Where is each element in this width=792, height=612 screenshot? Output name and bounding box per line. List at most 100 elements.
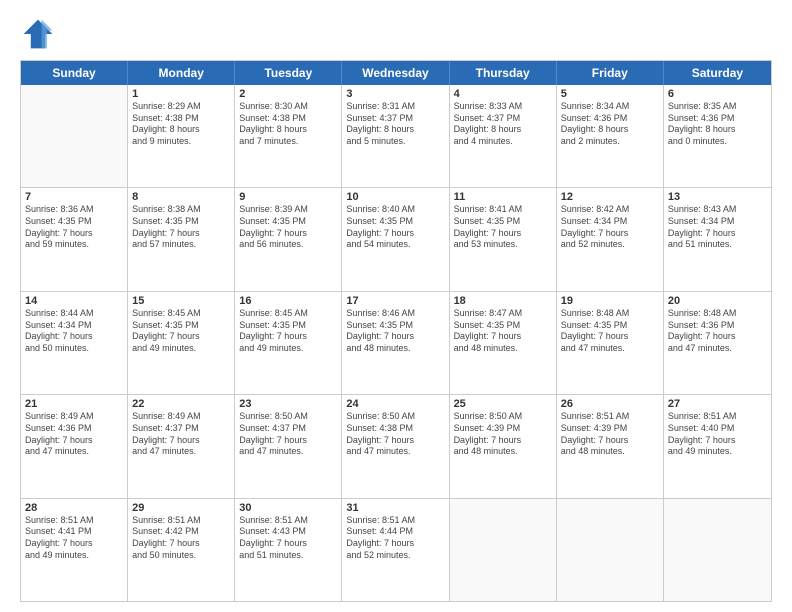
day-cell-2: 2Sunrise: 8:30 AM Sunset: 4:38 PM Daylig… <box>235 85 342 187</box>
day-info: Sunrise: 8:42 AM Sunset: 4:34 PM Dayligh… <box>561 204 659 251</box>
day-info: Sunrise: 8:31 AM Sunset: 4:37 PM Dayligh… <box>346 101 444 148</box>
day-cell-10: 10Sunrise: 8:40 AM Sunset: 4:35 PM Dayli… <box>342 188 449 290</box>
day-number: 14 <box>25 295 123 307</box>
weekday-header-wednesday: Wednesday <box>342 61 449 85</box>
day-info: Sunrise: 8:46 AM Sunset: 4:35 PM Dayligh… <box>346 308 444 355</box>
day-number: 5 <box>561 88 659 100</box>
day-number: 11 <box>454 191 552 203</box>
day-cell-13: 13Sunrise: 8:43 AM Sunset: 4:34 PM Dayli… <box>664 188 771 290</box>
day-cell-11: 11Sunrise: 8:41 AM Sunset: 4:35 PM Dayli… <box>450 188 557 290</box>
day-cell-empty-4-4 <box>450 499 557 601</box>
day-cell-empty-4-6 <box>664 499 771 601</box>
day-cell-1: 1Sunrise: 8:29 AM Sunset: 4:38 PM Daylig… <box>128 85 235 187</box>
day-number: 24 <box>346 398 444 410</box>
calendar-row-4: 28Sunrise: 8:51 AM Sunset: 4:41 PM Dayli… <box>21 499 771 601</box>
day-info: Sunrise: 8:49 AM Sunset: 4:37 PM Dayligh… <box>132 411 230 458</box>
day-cell-14: 14Sunrise: 8:44 AM Sunset: 4:34 PM Dayli… <box>21 292 128 394</box>
day-info: Sunrise: 8:50 AM Sunset: 4:37 PM Dayligh… <box>239 411 337 458</box>
weekday-header-saturday: Saturday <box>664 61 771 85</box>
day-cell-empty-0-0 <box>21 85 128 187</box>
day-cell-24: 24Sunrise: 8:50 AM Sunset: 4:38 PM Dayli… <box>342 395 449 497</box>
day-number: 10 <box>346 191 444 203</box>
day-number: 29 <box>132 502 230 514</box>
day-number: 16 <box>239 295 337 307</box>
day-cell-6: 6Sunrise: 8:35 AM Sunset: 4:36 PM Daylig… <box>664 85 771 187</box>
weekday-header-tuesday: Tuesday <box>235 61 342 85</box>
day-number: 18 <box>454 295 552 307</box>
calendar: SundayMondayTuesdayWednesdayThursdayFrid… <box>20 60 772 602</box>
day-cell-31: 31Sunrise: 8:51 AM Sunset: 4:44 PM Dayli… <box>342 499 449 601</box>
day-cell-26: 26Sunrise: 8:51 AM Sunset: 4:39 PM Dayli… <box>557 395 664 497</box>
day-number: 8 <box>132 191 230 203</box>
day-cell-8: 8Sunrise: 8:38 AM Sunset: 4:35 PM Daylig… <box>128 188 235 290</box>
day-number: 12 <box>561 191 659 203</box>
day-cell-20: 20Sunrise: 8:48 AM Sunset: 4:36 PM Dayli… <box>664 292 771 394</box>
day-cell-21: 21Sunrise: 8:49 AM Sunset: 4:36 PM Dayli… <box>21 395 128 497</box>
day-number: 27 <box>668 398 767 410</box>
calendar-row-3: 21Sunrise: 8:49 AM Sunset: 4:36 PM Dayli… <box>21 395 771 498</box>
day-number: 15 <box>132 295 230 307</box>
calendar-header: SundayMondayTuesdayWednesdayThursdayFrid… <box>21 61 771 85</box>
day-cell-25: 25Sunrise: 8:50 AM Sunset: 4:39 PM Dayli… <box>450 395 557 497</box>
day-cell-22: 22Sunrise: 8:49 AM Sunset: 4:37 PM Dayli… <box>128 395 235 497</box>
day-cell-27: 27Sunrise: 8:51 AM Sunset: 4:40 PM Dayli… <box>664 395 771 497</box>
day-info: Sunrise: 8:51 AM Sunset: 4:39 PM Dayligh… <box>561 411 659 458</box>
day-number: 23 <box>239 398 337 410</box>
day-number: 13 <box>668 191 767 203</box>
day-info: Sunrise: 8:49 AM Sunset: 4:36 PM Dayligh… <box>25 411 123 458</box>
day-cell-4: 4Sunrise: 8:33 AM Sunset: 4:37 PM Daylig… <box>450 85 557 187</box>
day-info: Sunrise: 8:51 AM Sunset: 4:43 PM Dayligh… <box>239 515 337 562</box>
logo-icon <box>20 16 56 52</box>
day-number: 17 <box>346 295 444 307</box>
day-number: 7 <box>25 191 123 203</box>
day-number: 20 <box>668 295 767 307</box>
day-info: Sunrise: 8:47 AM Sunset: 4:35 PM Dayligh… <box>454 308 552 355</box>
day-cell-empty-4-5 <box>557 499 664 601</box>
day-number: 31 <box>346 502 444 514</box>
day-cell-19: 19Sunrise: 8:48 AM Sunset: 4:35 PM Dayli… <box>557 292 664 394</box>
logo <box>20 16 60 52</box>
day-info: Sunrise: 8:33 AM Sunset: 4:37 PM Dayligh… <box>454 101 552 148</box>
header <box>20 16 772 52</box>
day-number: 19 <box>561 295 659 307</box>
day-number: 25 <box>454 398 552 410</box>
day-info: Sunrise: 8:50 AM Sunset: 4:38 PM Dayligh… <box>346 411 444 458</box>
day-info: Sunrise: 8:51 AM Sunset: 4:42 PM Dayligh… <box>132 515 230 562</box>
day-info: Sunrise: 8:35 AM Sunset: 4:36 PM Dayligh… <box>668 101 767 148</box>
calendar-body: 1Sunrise: 8:29 AM Sunset: 4:38 PM Daylig… <box>21 85 771 601</box>
day-cell-18: 18Sunrise: 8:47 AM Sunset: 4:35 PM Dayli… <box>450 292 557 394</box>
day-cell-23: 23Sunrise: 8:50 AM Sunset: 4:37 PM Dayli… <box>235 395 342 497</box>
day-cell-12: 12Sunrise: 8:42 AM Sunset: 4:34 PM Dayli… <box>557 188 664 290</box>
day-info: Sunrise: 8:43 AM Sunset: 4:34 PM Dayligh… <box>668 204 767 251</box>
day-number: 21 <box>25 398 123 410</box>
day-info: Sunrise: 8:34 AM Sunset: 4:36 PM Dayligh… <box>561 101 659 148</box>
weekday-header-thursday: Thursday <box>450 61 557 85</box>
day-info: Sunrise: 8:48 AM Sunset: 4:36 PM Dayligh… <box>668 308 767 355</box>
day-info: Sunrise: 8:30 AM Sunset: 4:38 PM Dayligh… <box>239 101 337 148</box>
day-number: 2 <box>239 88 337 100</box>
day-cell-7: 7Sunrise: 8:36 AM Sunset: 4:35 PM Daylig… <box>21 188 128 290</box>
day-cell-3: 3Sunrise: 8:31 AM Sunset: 4:37 PM Daylig… <box>342 85 449 187</box>
day-info: Sunrise: 8:51 AM Sunset: 4:41 PM Dayligh… <box>25 515 123 562</box>
day-info: Sunrise: 8:51 AM Sunset: 4:40 PM Dayligh… <box>668 411 767 458</box>
day-info: Sunrise: 8:40 AM Sunset: 4:35 PM Dayligh… <box>346 204 444 251</box>
day-cell-16: 16Sunrise: 8:45 AM Sunset: 4:35 PM Dayli… <box>235 292 342 394</box>
day-number: 3 <box>346 88 444 100</box>
day-info: Sunrise: 8:45 AM Sunset: 4:35 PM Dayligh… <box>239 308 337 355</box>
day-info: Sunrise: 8:38 AM Sunset: 4:35 PM Dayligh… <box>132 204 230 251</box>
weekday-header-friday: Friday <box>557 61 664 85</box>
weekday-header-monday: Monday <box>128 61 235 85</box>
day-cell-15: 15Sunrise: 8:45 AM Sunset: 4:35 PM Dayli… <box>128 292 235 394</box>
calendar-row-0: 1Sunrise: 8:29 AM Sunset: 4:38 PM Daylig… <box>21 85 771 188</box>
day-info: Sunrise: 8:41 AM Sunset: 4:35 PM Dayligh… <box>454 204 552 251</box>
day-cell-30: 30Sunrise: 8:51 AM Sunset: 4:43 PM Dayli… <box>235 499 342 601</box>
day-number: 4 <box>454 88 552 100</box>
day-info: Sunrise: 8:44 AM Sunset: 4:34 PM Dayligh… <box>25 308 123 355</box>
day-cell-29: 29Sunrise: 8:51 AM Sunset: 4:42 PM Dayli… <box>128 499 235 601</box>
day-info: Sunrise: 8:36 AM Sunset: 4:35 PM Dayligh… <box>25 204 123 251</box>
day-number: 22 <box>132 398 230 410</box>
day-info: Sunrise: 8:51 AM Sunset: 4:44 PM Dayligh… <box>346 515 444 562</box>
day-number: 28 <box>25 502 123 514</box>
day-info: Sunrise: 8:50 AM Sunset: 4:39 PM Dayligh… <box>454 411 552 458</box>
day-info: Sunrise: 8:45 AM Sunset: 4:35 PM Dayligh… <box>132 308 230 355</box>
